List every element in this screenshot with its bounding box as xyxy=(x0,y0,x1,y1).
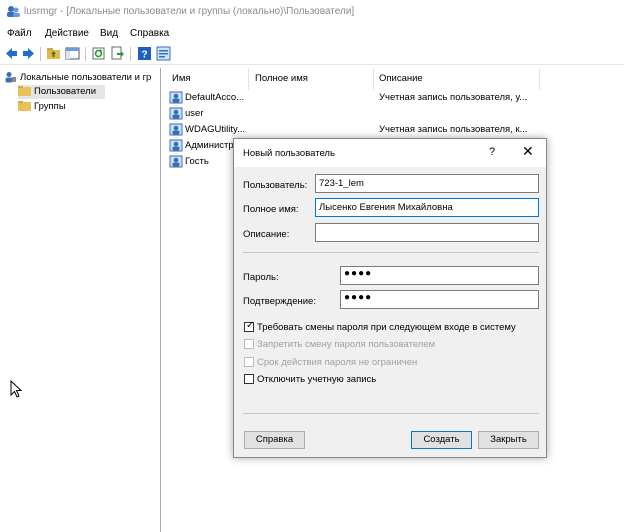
svg-text:?: ? xyxy=(141,50,147,61)
column-divider[interactable] xyxy=(539,68,540,90)
tree-root-label: Локальные пользователи и гр xyxy=(20,72,152,83)
users-app-icon xyxy=(7,6,20,17)
user-name: user xyxy=(185,108,204,119)
cannot-change-password-checkbox[interactable] xyxy=(244,339,254,349)
menu-view[interactable]: Вид xyxy=(100,28,118,39)
confirm-password-field[interactable]: ●●●● xyxy=(340,290,539,309)
menu-action[interactable]: Действие xyxy=(45,28,89,39)
forward-arrow-icon[interactable] xyxy=(21,46,36,61)
table-row[interactable]: WDAGUtility... Учетная запись пользовате… xyxy=(169,122,609,137)
create-button[interactable]: Создать xyxy=(411,431,472,449)
checkmark-icon: ✓ xyxy=(246,320,255,331)
dialog-title-bar: Новый пользователь ? ✕ xyxy=(234,139,546,167)
new-user-dialog: Новый пользователь ? ✕ Пользователь: 723… xyxy=(233,138,547,458)
username-label: Пользователь: xyxy=(243,180,308,191)
column-header-fullname[interactable]: Полное имя xyxy=(255,73,308,89)
mouse-cursor-icon xyxy=(10,380,22,398)
user-icon xyxy=(169,123,183,136)
tree-item-users-label: Пользователи xyxy=(34,86,97,97)
show-hide-tree-icon[interactable] xyxy=(65,46,80,61)
user-name: WDAGUtility... xyxy=(185,124,245,135)
tree-root[interactable]: Локальные пользователи и гр xyxy=(4,71,160,85)
users-group-icon xyxy=(5,72,16,83)
cannot-change-password-label: Запретить смену пароля пользователем xyxy=(257,339,436,350)
account-disabled-label: Отключить учетную запись xyxy=(257,374,377,385)
tree-item-groups-label: Группы xyxy=(34,101,66,112)
password-never-expires-label: Срок действия пароля не ограничен xyxy=(257,357,418,368)
tree-item-users[interactable]: Пользователи xyxy=(18,85,105,99)
help-icon[interactable]: ? xyxy=(137,46,152,61)
must-change-password-checkbox[interactable]: ✓ xyxy=(244,320,255,332)
refresh-icon[interactable] xyxy=(91,46,106,61)
help-button[interactable]: Справка xyxy=(244,431,305,449)
column-divider[interactable] xyxy=(248,68,249,90)
column-header-name[interactable]: Имя xyxy=(172,73,191,89)
user-name: DefaultAcco... xyxy=(185,92,245,103)
table-row[interactable]: DefaultAcco... Учетная запись пользовате… xyxy=(169,90,609,105)
fullname-field[interactable]: Лысенко Евгения Михайловна xyxy=(315,198,539,217)
account-disabled-checkbox[interactable] xyxy=(244,374,254,384)
must-change-password-label: Требовать смены пароля при следующем вхо… xyxy=(257,322,516,333)
user-name: Гость xyxy=(185,156,209,167)
up-folder-icon[interactable] xyxy=(46,46,61,61)
close-button[interactable]: Закрыть xyxy=(478,431,539,449)
description-field[interactable] xyxy=(315,223,539,242)
description-label: Описание: xyxy=(243,229,290,240)
export-list-icon[interactable] xyxy=(110,46,125,61)
user-name: Администр xyxy=(185,140,234,151)
menu-bar: Файл Действие Вид Справка xyxy=(0,25,624,43)
title-bar: lusrmgr - [Локальные пользователи и груп… xyxy=(0,0,624,24)
column-divider[interactable] xyxy=(373,68,374,90)
dialog-help-icon[interactable]: ? xyxy=(489,146,495,158)
dialog-close-icon[interactable]: ✕ xyxy=(522,144,534,158)
separator xyxy=(243,252,539,253)
navigation-tree: Локальные пользователи и гр Пользователи… xyxy=(0,68,161,532)
dialog-title: Новый пользователь xyxy=(243,148,335,159)
folder-icon xyxy=(18,86,31,96)
folder-icon xyxy=(18,101,31,111)
password-label: Пароль: xyxy=(243,272,279,283)
menu-file[interactable]: Файл xyxy=(7,28,32,39)
column-header-description[interactable]: Описание xyxy=(379,73,423,89)
toolbar-separator xyxy=(85,47,86,61)
table-row[interactable]: user xyxy=(169,106,609,121)
tree-item-groups[interactable]: Группы xyxy=(18,100,105,114)
back-arrow-icon[interactable] xyxy=(4,46,19,61)
window-title: lusrmgr - [Локальные пользователи и груп… xyxy=(24,6,355,17)
toolbar: ? xyxy=(0,44,624,65)
user-icon xyxy=(169,139,183,152)
user-icon xyxy=(169,91,183,104)
user-description: Учетная запись пользователя, к... xyxy=(379,124,528,135)
user-icon xyxy=(169,107,183,120)
password-field[interactable]: ●●●● xyxy=(340,266,539,285)
properties-icon[interactable] xyxy=(156,46,171,61)
fullname-label: Полное имя: xyxy=(243,204,299,215)
confirm-password-label: Подтверждение: xyxy=(243,296,316,307)
separator xyxy=(243,413,539,414)
username-field[interactable]: 723-1_lem xyxy=(315,174,539,193)
toolbar-separator xyxy=(130,47,131,61)
password-never-expires-checkbox[interactable] xyxy=(244,357,254,367)
menu-help[interactable]: Справка xyxy=(130,28,169,39)
toolbar-separator xyxy=(40,47,41,61)
user-icon xyxy=(169,155,183,168)
user-description: Учетная запись пользователя, у... xyxy=(379,92,528,103)
